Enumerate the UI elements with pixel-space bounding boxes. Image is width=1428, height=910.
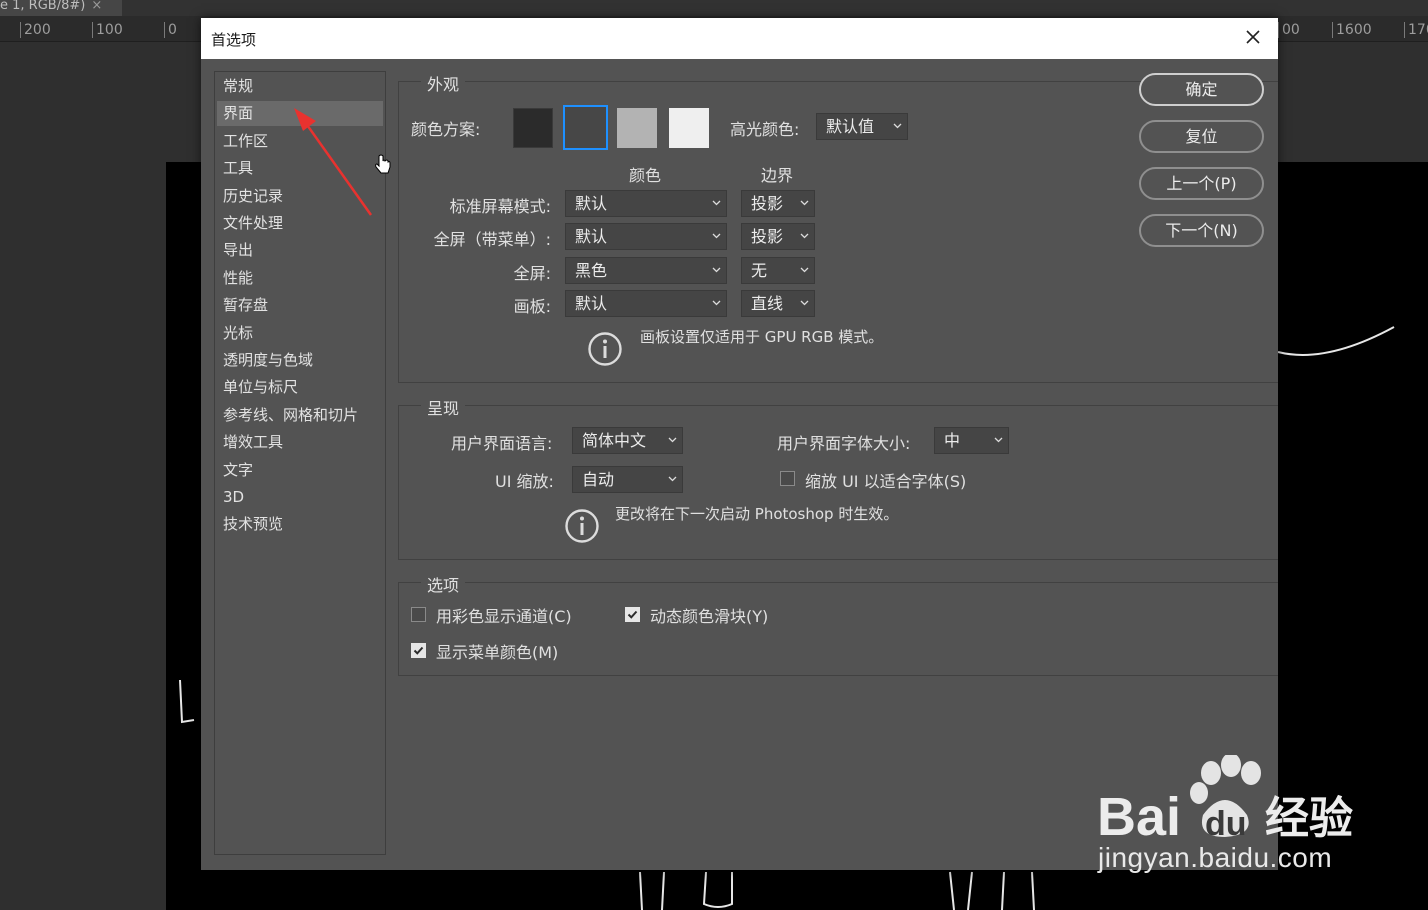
logo-du-text: du	[1205, 805, 1247, 843]
logo-jingyan-text: 经验	[1265, 793, 1353, 844]
red-arrow-annotation	[294, 108, 373, 216]
hand-cursor-icon	[375, 154, 391, 174]
watermark-url: jingyan.baidu.com	[1098, 842, 1333, 873]
logo-bai-text: Bai	[1097, 787, 1181, 847]
